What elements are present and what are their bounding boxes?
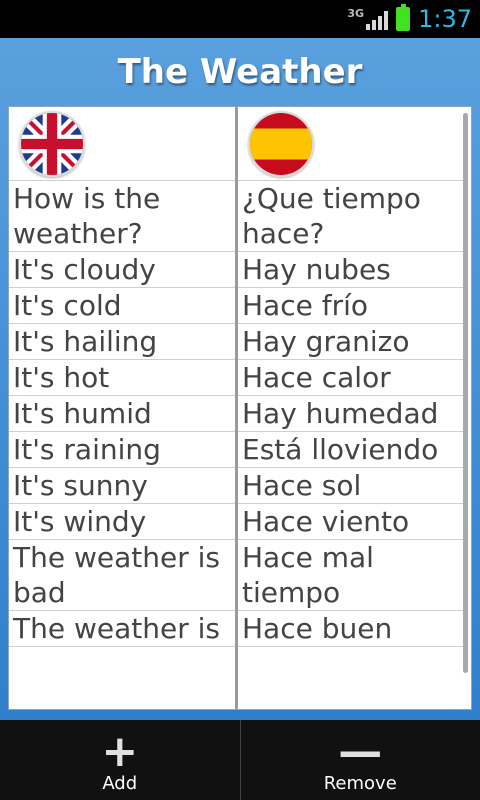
- status-bar: 3G 1:37: [0, 0, 480, 38]
- phrase-table[interactable]: How is the weather? It's cloudy It's col…: [8, 106, 472, 710]
- list-item[interactable]: Está lloviendo: [238, 432, 464, 468]
- remove-button[interactable]: — Remove: [239, 720, 480, 800]
- list-item[interactable]: It's hailing: [9, 324, 235, 360]
- list-item[interactable]: Hace calor: [238, 360, 464, 396]
- spain-flag-icon: [248, 111, 314, 177]
- list-item[interactable]: The weather is bad: [9, 540, 235, 611]
- list-item[interactable]: Hace mal tiempo: [238, 540, 464, 611]
- scrollbar[interactable]: [463, 113, 468, 673]
- title-bar: The Weather: [0, 38, 480, 106]
- minus-icon: —: [338, 726, 383, 777]
- page-title: The Weather: [117, 52, 363, 92]
- list-item[interactable]: It's raining: [9, 432, 235, 468]
- list-item[interactable]: The weather is: [9, 611, 235, 647]
- battery-icon: [396, 4, 411, 31]
- spanish-flag-cell: [238, 107, 464, 181]
- network-type-label: 3G: [347, 6, 365, 20]
- list-item[interactable]: ¿Que tiempo hace?: [238, 181, 464, 252]
- status-clock: 1:37: [418, 5, 472, 33]
- list-item[interactable]: Hay nubes: [238, 252, 464, 288]
- english-column: How is the weather? It's cloudy It's col…: [9, 107, 238, 709]
- signal-strength-icon: [366, 8, 389, 30]
- list-item[interactable]: Hace frío: [238, 288, 464, 324]
- list-item[interactable]: How is the weather?: [9, 181, 235, 252]
- list-item[interactable]: Hace sol: [238, 468, 464, 504]
- uk-flag-icon: [19, 111, 85, 177]
- add-button[interactable]: + Add: [0, 720, 240, 800]
- app-window: The Weather How is the weather? It's clo…: [0, 38, 480, 720]
- spanish-column: ¿Que tiempo hace? Hay nubes Hace frío Ha…: [238, 107, 464, 709]
- english-flag-cell: [9, 107, 235, 181]
- list-item[interactable]: It's cold: [9, 288, 235, 324]
- list-item[interactable]: It's sunny: [9, 468, 235, 504]
- list-item[interactable]: Hace buen: [238, 611, 464, 647]
- list-item[interactable]: Hace viento: [238, 504, 464, 540]
- list-item[interactable]: It's cloudy: [9, 252, 235, 288]
- bottom-action-bar: + Add — Remove: [0, 720, 480, 800]
- list-item[interactable]: Hay humedad: [238, 396, 464, 432]
- plus-icon: +: [101, 726, 139, 777]
- list-item[interactable]: Hay granizo: [238, 324, 464, 360]
- list-item[interactable]: It's windy: [9, 504, 235, 540]
- list-item[interactable]: It's hot: [9, 360, 235, 396]
- list-item[interactable]: It's humid: [9, 396, 235, 432]
